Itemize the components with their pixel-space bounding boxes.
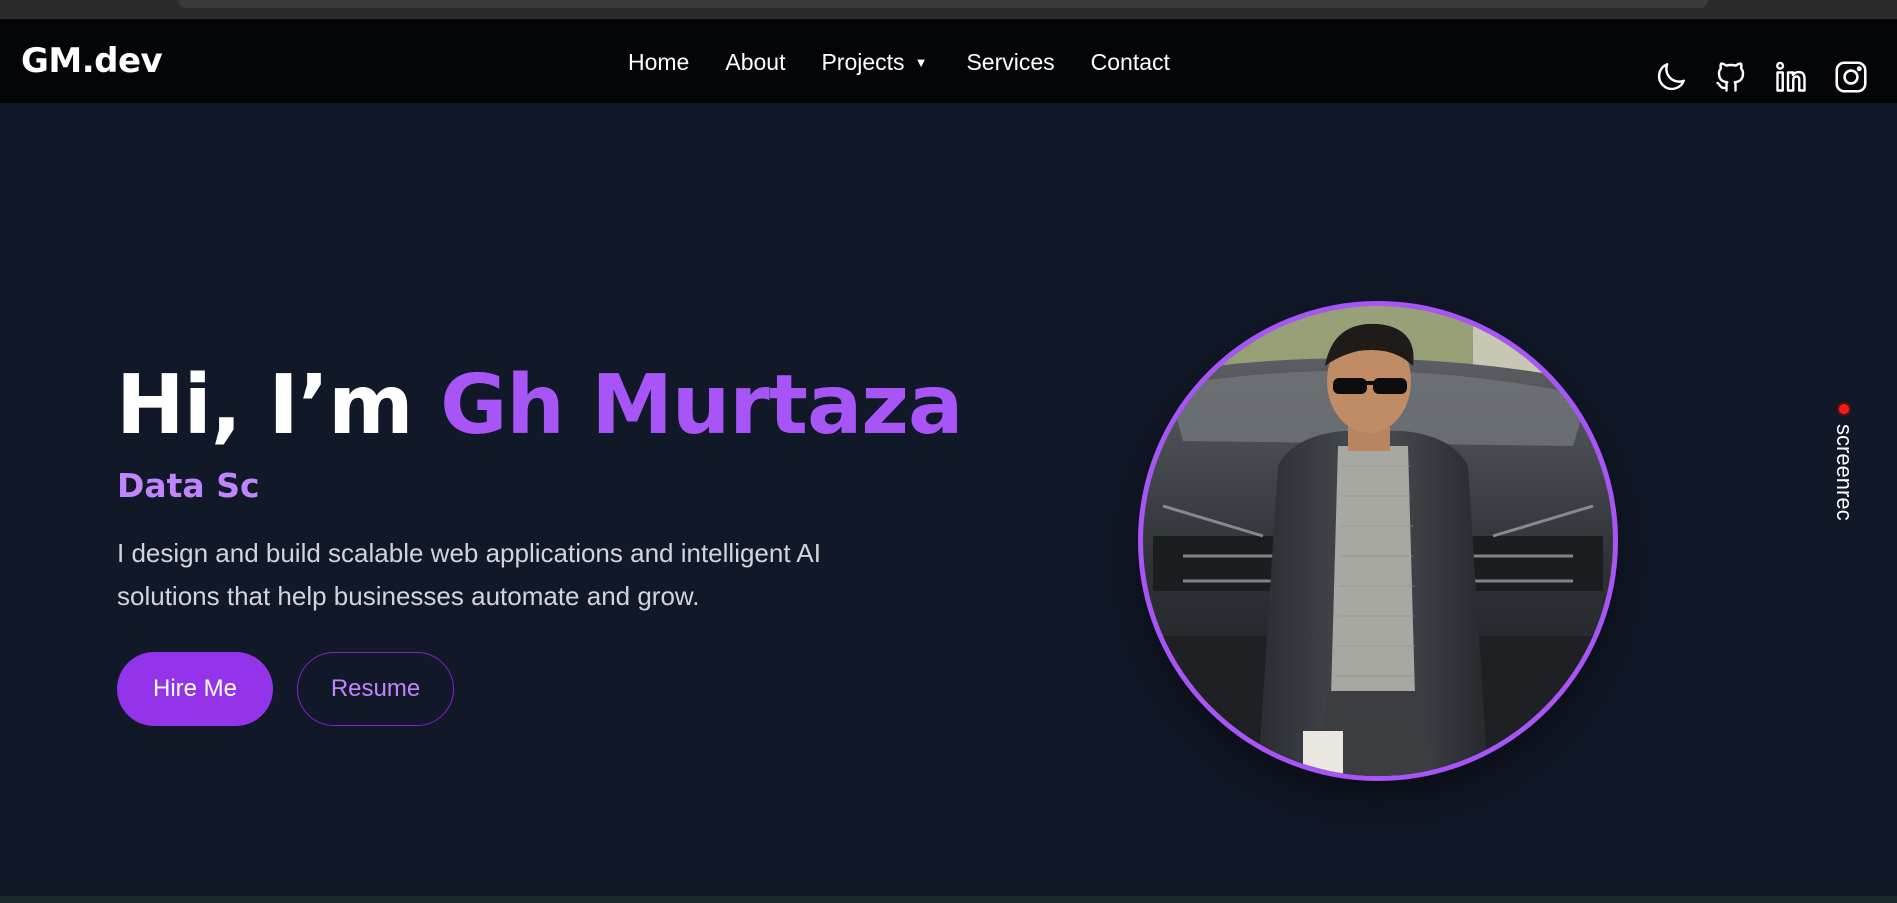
nav-link-services[interactable]: Services: [966, 46, 1054, 78]
chevron-down-icon: ▼: [914, 54, 928, 70]
hero-title: Hi, I’m Gh Murtaza: [116, 356, 963, 456]
github-icon[interactable]: [1712, 58, 1750, 96]
screenrec-widget[interactable]: screenrec: [1830, 398, 1858, 532]
resume-button[interactable]: Resume: [297, 652, 454, 726]
nav-link-projects[interactable]: Projects ▼: [821, 46, 927, 79]
profile-photo: [1138, 301, 1618, 781]
browser-top-strip: [0, 0, 1897, 19]
nav-link-contact[interactable]: Contact: [1091, 46, 1170, 78]
bottom-edge: [0, 896, 1897, 903]
record-icon: [1837, 402, 1851, 416]
hero-name: Gh Murtaza: [440, 358, 963, 453]
hero-greeting: Hi, I’m: [116, 358, 441, 453]
nav-link-about[interactable]: About: [725, 46, 785, 78]
hero-description: I design and build scalable web applicat…: [117, 538, 821, 611]
nav-icons: [1652, 58, 1870, 96]
linkedin-icon[interactable]: [1772, 58, 1810, 96]
nav-link-home[interactable]: Home: [628, 46, 689, 78]
moon-icon[interactable]: [1652, 58, 1690, 96]
instagram-icon[interactable]: [1832, 58, 1870, 96]
nav-link-projects-label: Projects: [821, 48, 905, 75]
hero-role-typing: Data Sc: [117, 466, 260, 505]
browser-address-pill: [178, 0, 1708, 8]
site-logo[interactable]: GM.dev: [21, 39, 163, 83]
hire-me-button[interactable]: Hire Me: [117, 652, 273, 726]
screenrec-label: screenrec: [1832, 424, 1857, 521]
navbar: GM.dev Home About Projects ▼ Services Con…: [0, 19, 1897, 103]
nav-links: Home About Projects ▼ Services Contact: [628, 46, 1206, 78]
